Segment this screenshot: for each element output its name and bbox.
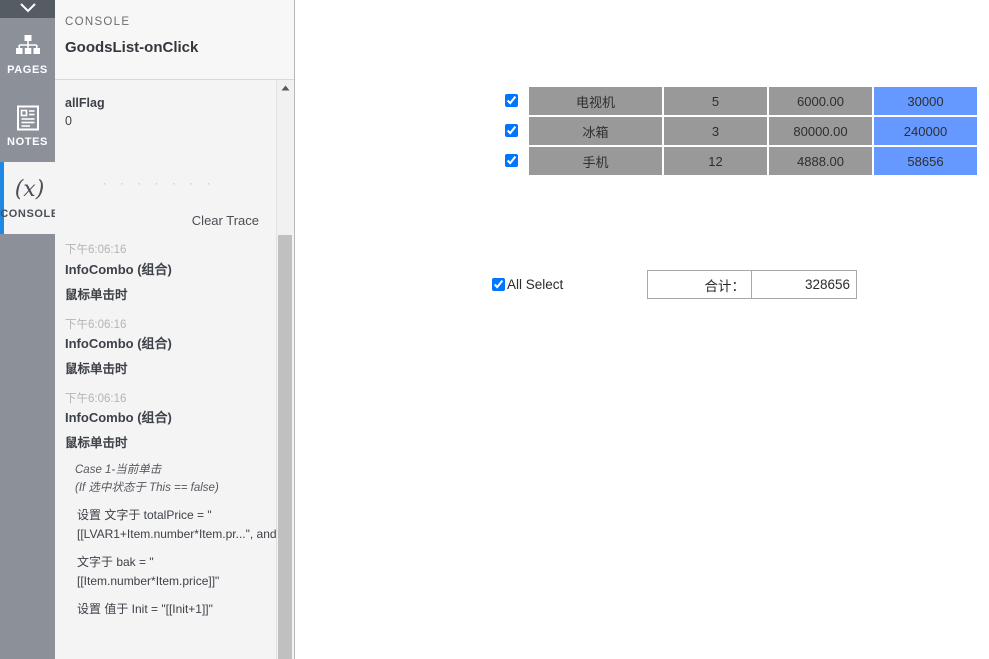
sidebar-item-console-label: CONSOLE [0, 208, 59, 220]
table-row[interactable]: 冰箱 3 80000.00 240000 [494, 116, 978, 146]
chevron-down-icon[interactable] [18, 1, 38, 15]
row-checkbox[interactable] [504, 154, 518, 168]
sidebar-item-console[interactable]: (x) CONSOLE [0, 162, 58, 234]
variable-value: 0 [65, 114, 72, 129]
trace-timestamp: 下午6:06:16 [65, 393, 127, 406]
cell-total: 30000 [873, 86, 978, 116]
console-eyebrow: CONSOLE [65, 16, 131, 28]
trace-entry[interactable]: 下午6:06:16 InfoCombo (组合) 鼠标单击时 Case 1-当前… [55, 379, 277, 619]
trace-action: 设置 文字于 totalPrice = "[[LVAR1+Item.number… [77, 508, 277, 542]
trace-condition: (If 选中状态于 This == false) [75, 482, 219, 495]
left-icon-rail: PAGES NOTES (x) CONSOLE [0, 0, 58, 659]
all-select-group[interactable]: All Select [492, 277, 647, 292]
clear-trace-button[interactable]: Clear Trace [192, 213, 259, 228]
scrollbar-thumb[interactable] [278, 235, 292, 659]
dotted-separator: · · · · · · · [102, 176, 216, 191]
console-title: GoodsList-onClick [65, 39, 199, 56]
cell-name: 电视机 [528, 86, 663, 116]
sitemap-icon [13, 32, 43, 60]
cell-number: 12 [663, 146, 768, 176]
cell-name: 手机 [528, 146, 663, 176]
trace-event-name: 鼠标单击时 [65, 362, 128, 377]
console-trace-list: allFlag 0 · · · · · · · Clear Trace 下午6:… [55, 80, 277, 659]
sidebar-item-notes-label: NOTES [7, 136, 48, 148]
cell-name: 冰箱 [528, 116, 663, 146]
trace-timestamp: 下午6:06:16 [65, 244, 127, 257]
trace-event-name: 鼠标单击时 [65, 436, 128, 451]
trace-entry[interactable]: 下午6:06:16 InfoCombo (组合) 鼠标单击时 [55, 305, 277, 379]
total-label-field: 合计： [647, 270, 752, 299]
sidebar-item-pages[interactable]: PAGES [0, 18, 55, 90]
cell-number: 5 [663, 86, 768, 116]
goods-table: 电视机 5 6000.00 30000 冰箱 3 80000.00 240000… [494, 86, 978, 176]
cell-number: 3 [663, 116, 768, 146]
cell-price: 6000.00 [768, 86, 873, 116]
trace-action: 设置 值于 Init = "[[Init+1]]" [77, 601, 213, 616]
trace-case-label: Case 1-当前单击 [75, 464, 162, 477]
table-footer: All Select 合计： 328656 [492, 270, 857, 299]
console-header: CONSOLE GoodsList-onClick [55, 0, 294, 80]
row-checkbox-cell[interactable] [494, 116, 528, 146]
trace-widget-name: InfoCombo (组合) [65, 410, 172, 426]
trace-timestamp: 下午6:06:16 [65, 318, 127, 331]
row-checkbox[interactable] [504, 124, 518, 138]
variable-name: allFlag [65, 96, 105, 110]
all-select-checkbox[interactable] [492, 278, 505, 291]
document-icon [13, 104, 43, 132]
sidebar-item-notes[interactable]: NOTES [0, 90, 55, 162]
console-body: allFlag 0 · · · · · · · Clear Trace 下午6:… [55, 80, 294, 659]
trace-action: 文字于 bak = "[[Item.number*Item.price]]" [77, 554, 220, 589]
cell-price: 4888.00 [768, 146, 873, 176]
trace-event-name: 鼠标单击时 [65, 287, 128, 302]
total-value-field: 328656 [752, 270, 857, 299]
console-scrollbar[interactable] [276, 80, 293, 659]
clear-trace-row: Clear Trace [55, 212, 277, 230]
panel-collapse-bar[interactable] [0, 0, 55, 18]
sidebar-item-pages-label: PAGES [7, 64, 48, 76]
table-row[interactable]: 手机 12 4888.00 58656 [494, 146, 978, 176]
trace-widget-name: InfoCombo (组合) [65, 335, 172, 351]
cell-total: 240000 [873, 116, 978, 146]
row-checkbox-cell[interactable] [494, 86, 528, 116]
console-panel: CONSOLE GoodsList-onClick allFlag 0 · · … [55, 0, 295, 659]
table-row[interactable]: 电视机 5 6000.00 30000 [494, 86, 978, 116]
row-checkbox[interactable] [504, 94, 518, 108]
console-variable: allFlag 0 [55, 80, 277, 130]
scroll-up-icon[interactable] [277, 80, 293, 96]
cell-price: 80000.00 [768, 116, 873, 146]
all-select-label: All Select [507, 277, 564, 292]
row-checkbox-cell[interactable] [494, 146, 528, 176]
trace-entry[interactable]: 下午6:06:16 InfoCombo (组合) 鼠标单击时 [55, 230, 277, 304]
variable-x-icon: (x) [14, 177, 45, 202]
preview-canvas: 电视机 5 6000.00 30000 冰箱 3 80000.00 240000… [296, 0, 989, 659]
cell-total: 58656 [873, 146, 978, 176]
trace-widget-name: InfoCombo (组合) [65, 261, 172, 277]
